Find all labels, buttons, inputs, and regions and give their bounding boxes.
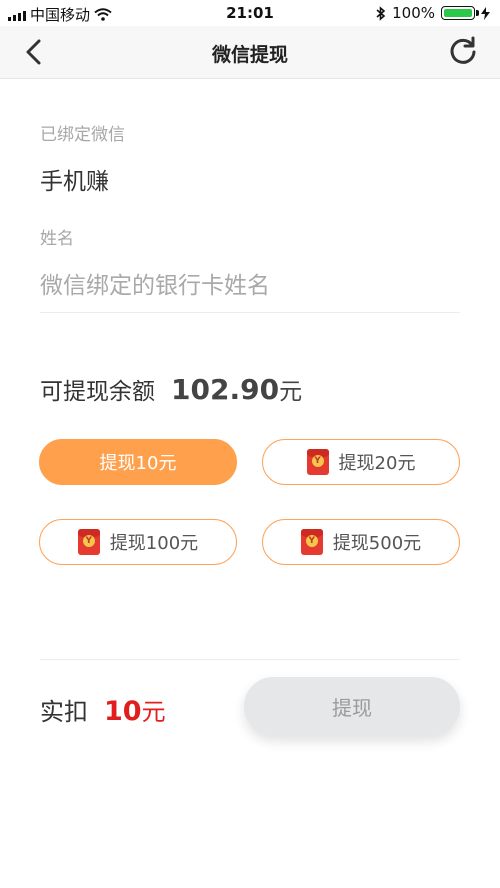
name-divider	[40, 312, 460, 313]
option-label: 提现20元	[338, 453, 416, 474]
refresh-icon[interactable]	[448, 36, 478, 66]
option-20-button[interactable]: Y 提现20元	[262, 439, 460, 485]
option-100-button[interactable]: Y 提现100元	[39, 519, 237, 565]
option-label: 提现500元	[332, 533, 422, 554]
red-packet-icon: Y	[306, 449, 329, 475]
bound-wechat-label: 已绑定微信	[40, 125, 125, 145]
balance-label: 可提现余额	[40, 379, 155, 405]
page-title: 微信提现	[211, 44, 288, 66]
balance-amount-value: 102.90	[171, 373, 280, 406]
deduct-unit: 元	[141, 698, 166, 726]
bound-wechat-value: 手机赚	[40, 169, 109, 195]
battery-icon	[441, 6, 479, 20]
red-packet-icon: Y	[300, 529, 323, 555]
balance-row: 可提现余额 102.90元	[40, 372, 302, 406]
balance-unit: 元	[279, 379, 303, 405]
balance-amount: 102.90元	[171, 372, 302, 406]
option-label: 提现100元	[109, 533, 199, 554]
name-input[interactable]: 微信绑定的银行卡姓名	[40, 266, 270, 300]
status-bar: 中国移动 21:01 100%	[0, 0, 500, 26]
nav-bar: 微信提现	[0, 26, 500, 79]
option-10-button[interactable]: 提现10元	[39, 439, 237, 485]
status-right: 100%	[376, 4, 490, 22]
footer-divider	[40, 659, 460, 660]
bluetooth-icon	[376, 5, 386, 21]
deduct-label: 实扣	[40, 698, 88, 726]
charging-bolt-icon	[481, 6, 490, 20]
battery-percent: 100%	[392, 4, 435, 22]
red-packet-icon: Y	[77, 529, 100, 555]
withdraw-button[interactable]: 提现	[244, 677, 460, 735]
option-500-button[interactable]: Y 提现500元	[262, 519, 460, 565]
deduct-amount: 10元	[104, 692, 166, 727]
name-label: 姓名	[40, 229, 74, 249]
deduct-row: 实扣 10元	[40, 692, 166, 727]
deduct-amount-value: 10	[104, 696, 142, 727]
option-label: 提现10元	[99, 453, 177, 474]
